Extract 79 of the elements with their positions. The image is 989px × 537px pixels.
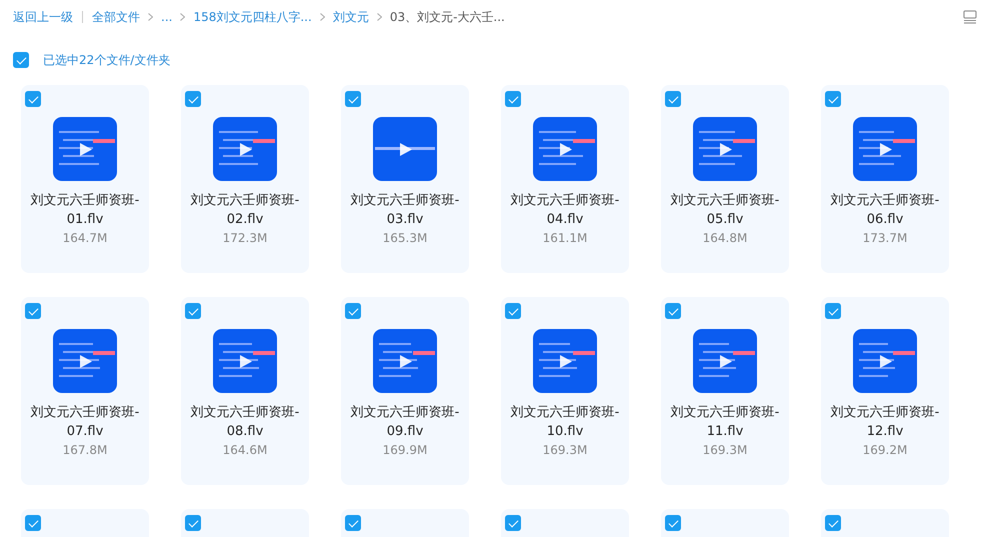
file-size: 165.3M <box>382 231 428 245</box>
checkbox[interactable] <box>185 303 201 319</box>
file-card[interactable]: 刘文元六壬师资班-04.flv 161.1M <box>501 85 629 273</box>
file-size: 173.7M <box>862 231 908 245</box>
play-icon <box>559 142 573 157</box>
file-name: 刘文元六壬师资班-08.flv <box>190 404 300 441</box>
chevron-icon <box>180 13 186 21</box>
file-name: 刘文元六壬师资班-03.flv <box>350 192 460 229</box>
breadcrumb-item[interactable]: ... <box>161 10 172 24</box>
file-name: 刘文元六壬师资班-06.flv <box>830 192 940 229</box>
file-name: 刘文元六壬师资班-12.flv <box>830 404 940 441</box>
chevron-icon <box>148 13 153 21</box>
checkbox[interactable] <box>825 91 841 107</box>
play-icon <box>719 354 733 369</box>
breadcrumb-item[interactable]: 刘文元 <box>332 8 369 26</box>
checkbox[interactable] <box>345 303 361 319</box>
checkbox[interactable] <box>25 91 41 107</box>
checkbox[interactable] <box>185 91 201 107</box>
file-size: 164.7M <box>62 231 108 245</box>
play-icon <box>879 142 893 157</box>
file-name: 刘文元六壬师资班-04.flv <box>510 192 620 229</box>
file-card[interactable]: 刘文元六壬师资班-11.flv 169.3M <box>661 297 789 485</box>
file-size: 172.3M <box>222 231 268 245</box>
breadcrumb-item[interactable]: 158刘文元四柱八字... <box>193 8 312 26</box>
checkbox[interactable] <box>505 91 521 107</box>
file-name: 刘文元六壬师资班-05.flv <box>670 192 780 229</box>
list-view-icon[interactable] <box>963 10 977 24</box>
checkbox[interactable] <box>665 303 681 319</box>
file-size: 169.2M <box>862 443 908 457</box>
file-card[interactable]: 刘文元六壬师资班-12.flv 169.2M <box>821 297 949 485</box>
breadcrumb-item[interactable]: 03、刘文元-大六壬... <box>390 8 505 26</box>
file-size: 169.9M <box>382 443 428 457</box>
checkbox[interactable] <box>185 515 201 531</box>
file-size: 164.8M <box>702 231 748 245</box>
file-name: 刘文元六壬师资班-02.flv <box>190 192 300 229</box>
checkbox[interactable] <box>345 91 361 107</box>
checkbox[interactable] <box>825 303 841 319</box>
file-name: 刘文元六壬师资班-01.flv <box>30 192 140 229</box>
checkbox[interactable] <box>665 515 681 531</box>
file-card[interactable]: 刘文元六壬师资班-10.flv 169.3M <box>501 297 629 485</box>
play-icon <box>399 354 413 369</box>
checkbox[interactable] <box>345 515 361 531</box>
file-card[interactable]: 刘文元六壬师资班-02.flv 172.3M <box>181 85 309 273</box>
selection-count: 已选中22个文件/文件夹 <box>43 52 170 68</box>
file-card[interactable]: 刘文元六壬师资班-01.flv 164.7M <box>21 85 149 273</box>
file-size: 169.3M <box>702 443 748 457</box>
file-name: 刘文元六壬师资班-10.flv <box>510 404 620 441</box>
file-size: 167.8M <box>62 443 108 457</box>
back-link[interactable]: 返回上一级 <box>13 8 73 26</box>
breadcrumb-item[interactable]: 全部文件 <box>92 8 140 26</box>
file-name: 刘文元六壬师资班-11.flv <box>670 404 780 441</box>
checkbox[interactable] <box>25 515 41 531</box>
checkbox[interactable] <box>505 303 521 319</box>
play-icon <box>239 354 253 369</box>
play-icon <box>239 142 253 157</box>
file-size: 161.1M <box>542 231 588 245</box>
chevron-icon <box>376 13 382 21</box>
play-icon <box>399 142 413 157</box>
file-card[interactable]: 刘文元六壬师资班-07.flv 167.8M <box>21 297 149 485</box>
file-card[interactable]: 刘文元六壬师资班-09.flv 169.9M <box>341 297 469 485</box>
file-card[interactable]: 刘文元六壬师资班-06.flv 173.7M <box>821 85 949 273</box>
chevron-icon <box>320 13 325 21</box>
play-icon <box>719 142 733 157</box>
play-icon <box>559 354 573 369</box>
checkbox[interactable] <box>13 52 29 68</box>
file-size: 164.6M <box>222 443 268 457</box>
file-card[interactable]: 刘文元六壬师资班-05.flv 164.8M <box>661 85 789 273</box>
file-name: 刘文元六壬师资班-09.flv <box>350 404 460 441</box>
file-card[interactable]: 刘文元六壬师资班-03.flv 165.3M <box>341 85 469 273</box>
checkbox[interactable] <box>665 91 681 107</box>
checkbox[interactable] <box>25 303 41 319</box>
checkbox[interactable] <box>505 515 521 531</box>
checkbox[interactable] <box>825 515 841 531</box>
file-card[interactable]: 刘文元六壬师资班-08.flv 164.6M <box>181 297 309 485</box>
play-icon <box>79 142 93 157</box>
file-name: 刘文元六壬师资班-07.flv <box>30 404 140 441</box>
file-size: 169.3M <box>542 443 588 457</box>
play-icon <box>79 354 93 369</box>
play-icon <box>879 354 893 369</box>
